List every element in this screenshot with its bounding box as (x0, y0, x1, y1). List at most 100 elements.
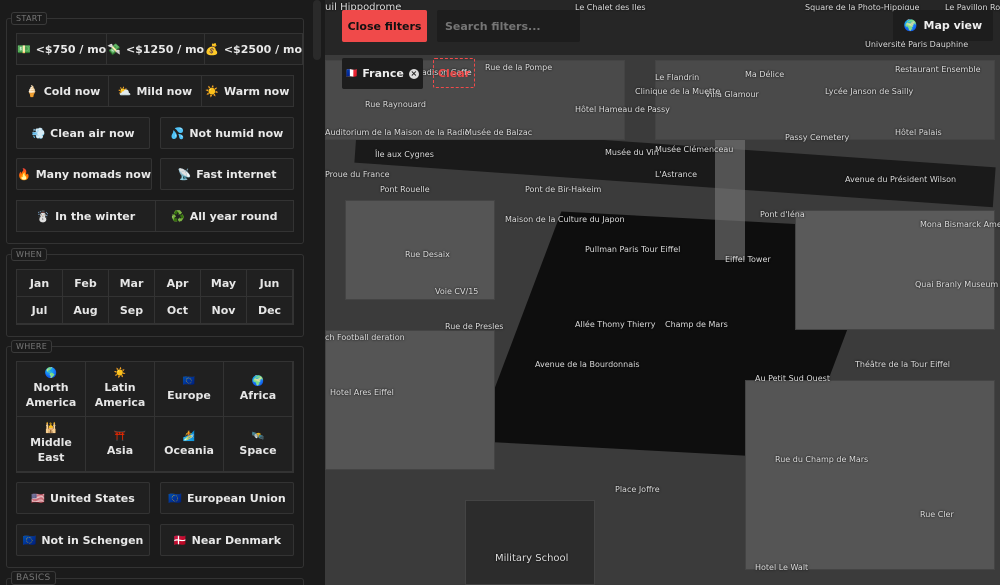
label: European Union (187, 491, 286, 505)
map-label: Proue du France (325, 170, 390, 179)
search-filters-input[interactable] (437, 10, 580, 42)
map-label: Ma Délice (745, 70, 785, 79)
map-label: Rue Desaix (405, 250, 450, 259)
section-label: WHERE (11, 340, 53, 353)
filter-united-states[interactable]: 🇺🇸 United States (16, 482, 150, 514)
droplets-icon: 💦 (170, 126, 185, 140)
month-may[interactable]: May (201, 270, 247, 297)
filter-budget-1250[interactable]: 💸 <$1250 / mo (107, 33, 206, 65)
filter-cold-now[interactable]: 🍦 Cold now (16, 75, 110, 107)
filter-warm-now[interactable]: ☀️ Warm now (201, 75, 294, 107)
section-label: WHEN (11, 248, 48, 261)
month-grid: Jan Feb Mar Apr May Jun Jul Aug Sep Oct Nov Dec (16, 269, 294, 325)
eiffel-tower (715, 140, 745, 260)
map-label: Pont de Bir-Hakeim (525, 185, 602, 194)
section-start: START 💵 <$750 / mo 💸 <$1250 / mo 💰 <$2500 /… (6, 12, 304, 244)
map-label: L'Astrance (655, 170, 698, 179)
region-icon: ⛩️ (113, 430, 127, 442)
weather-row: 🍦 Cold now ⛅ Mild now ☀️ Warm now (16, 75, 294, 107)
map-label: Allée Thomy Thierry (575, 320, 656, 329)
map-label: Pont d'Iéna (760, 210, 805, 219)
filter-fast-internet[interactable]: 📡 Fast internet (160, 158, 294, 190)
military-school (465, 500, 595, 585)
month-apr[interactable]: Apr (155, 270, 201, 297)
label: In the winter (55, 209, 136, 223)
filter-many-nomads[interactable]: 🔥 Many nomads now (16, 158, 152, 190)
remove-filter-icon[interactable]: × (408, 68, 419, 79)
filter-in-winter[interactable]: ☃️ In the winter (16, 200, 156, 232)
label: Map view (923, 19, 983, 32)
month-jan[interactable]: Jan (17, 270, 63, 297)
filter-not-schengen[interactable]: 🇪🇺 Not in Schengen (16, 524, 150, 556)
region-space[interactable]: 🛰️ Space (224, 417, 293, 472)
filter-european-union[interactable]: 🇪🇺 European Union (160, 482, 294, 514)
month-nov[interactable]: Nov (201, 297, 247, 324)
region-europe[interactable]: 🇪🇺 Europe (155, 362, 224, 417)
map-label: Voie CV/15 (435, 287, 479, 296)
region-icon: 🌎 (44, 368, 58, 379)
section-when: WHEN Jan Feb Mar Apr May Jun Jul Aug Sep Oct Nov De… (6, 248, 304, 337)
map-3d[interactable]: uil Hippodrome Le Chalet des Iles Square d… (325, 0, 1000, 585)
eu-flag-icon: 🇪🇺 (168, 491, 183, 505)
month-jul[interactable]: Jul (17, 297, 63, 324)
month-sep[interactable]: Sep (109, 297, 155, 324)
money-bag-icon: 💰 (205, 42, 219, 56)
money-wings-icon: 💸 (107, 42, 121, 56)
ice-cream-icon: 🍦 (24, 84, 39, 98)
filter-budget-750[interactable]: 💵 <$750 / mo (16, 33, 108, 65)
close-filters-button[interactable]: Close filters (342, 10, 427, 42)
region-asia[interactable]: ⛩️ Asia (86, 417, 155, 472)
map-label: Lycée Janson de Sailly (825, 87, 914, 96)
label: Asia (106, 443, 134, 457)
month-feb[interactable]: Feb (63, 270, 109, 297)
fire-icon: 🔥 (17, 167, 31, 181)
filter-all-year[interactable]: ♻️ All year round (155, 200, 294, 232)
map-label: Place Joffre (615, 485, 660, 494)
map-label: Musée de Balzac (465, 128, 533, 137)
label: Latin America (94, 381, 146, 409)
snowman-icon: ☃️ (36, 209, 51, 223)
region-latin-america[interactable]: ☀️ Latin America (86, 362, 155, 417)
map-label: Hotel Ares Eiffel (330, 388, 394, 397)
label: Fast internet (196, 167, 277, 181)
other-row: 🇪🇺 Not in Schengen 🇩🇰 Near Denmark (16, 524, 294, 556)
region-africa[interactable]: 🌍 Africa (224, 362, 293, 417)
filter-budget-2500[interactable]: 💰 <$2500 / mo (205, 33, 304, 65)
label: Space (239, 443, 277, 457)
map-label: Le Flandrin (655, 73, 700, 82)
sun-cloud-icon: ⛅ (117, 84, 132, 98)
region-middle-east[interactable]: 🕌 Middle East (17, 417, 86, 472)
label: France (362, 67, 404, 80)
filter-not-humid[interactable]: 💦 Not humid now (160, 117, 294, 149)
filter-mild-now[interactable]: ⛅ Mild now (109, 75, 202, 107)
label: Not humid now (189, 126, 284, 140)
month-oct[interactable]: Oct (155, 297, 201, 324)
map-label: Clinique de la Muette (635, 87, 721, 96)
clear-filters-button[interactable]: Clear (433, 58, 475, 88)
label: Europe (167, 388, 211, 402)
map-label: Université Paris Dauphine (865, 40, 969, 49)
sidebar-scrollbar[interactable] (313, 0, 321, 60)
sun-icon: ☀️ (205, 84, 219, 98)
label: All year round (189, 209, 278, 223)
month-mar[interactable]: Mar (109, 270, 155, 297)
region-oceania[interactable]: 🏄 Oceania (155, 417, 224, 472)
label: Warm now (223, 84, 290, 98)
month-jun[interactable]: Jun (247, 270, 293, 297)
region-icon: ☀️ (113, 368, 127, 379)
map-view-button[interactable]: 🌍 Map view (893, 10, 993, 41)
section-label: BASICS (11, 571, 56, 585)
active-filter-chip: 🇫🇷 France × (342, 58, 423, 89)
globe-icon: 🌍 (903, 19, 918, 32)
region-icon: 🛰️ (251, 430, 265, 442)
filter-near-denmark[interactable]: 🇩🇰 Near Denmark (160, 524, 294, 556)
eu-flag-icon: 🇪🇺 (22, 533, 37, 547)
map-label: Le Chalet des Iles (575, 3, 646, 12)
label: <$2500 / mo (223, 42, 303, 56)
month-aug[interactable]: Aug (63, 297, 109, 324)
map-label: Quai Branly Museum (915, 280, 999, 289)
season-row: ☃️ In the winter ♻️ All year round (16, 200, 294, 232)
region-north-america[interactable]: 🌎 North America (17, 362, 86, 417)
month-dec[interactable]: Dec (247, 297, 293, 324)
filter-clean-air[interactable]: 💨 Clean air now (16, 117, 150, 149)
